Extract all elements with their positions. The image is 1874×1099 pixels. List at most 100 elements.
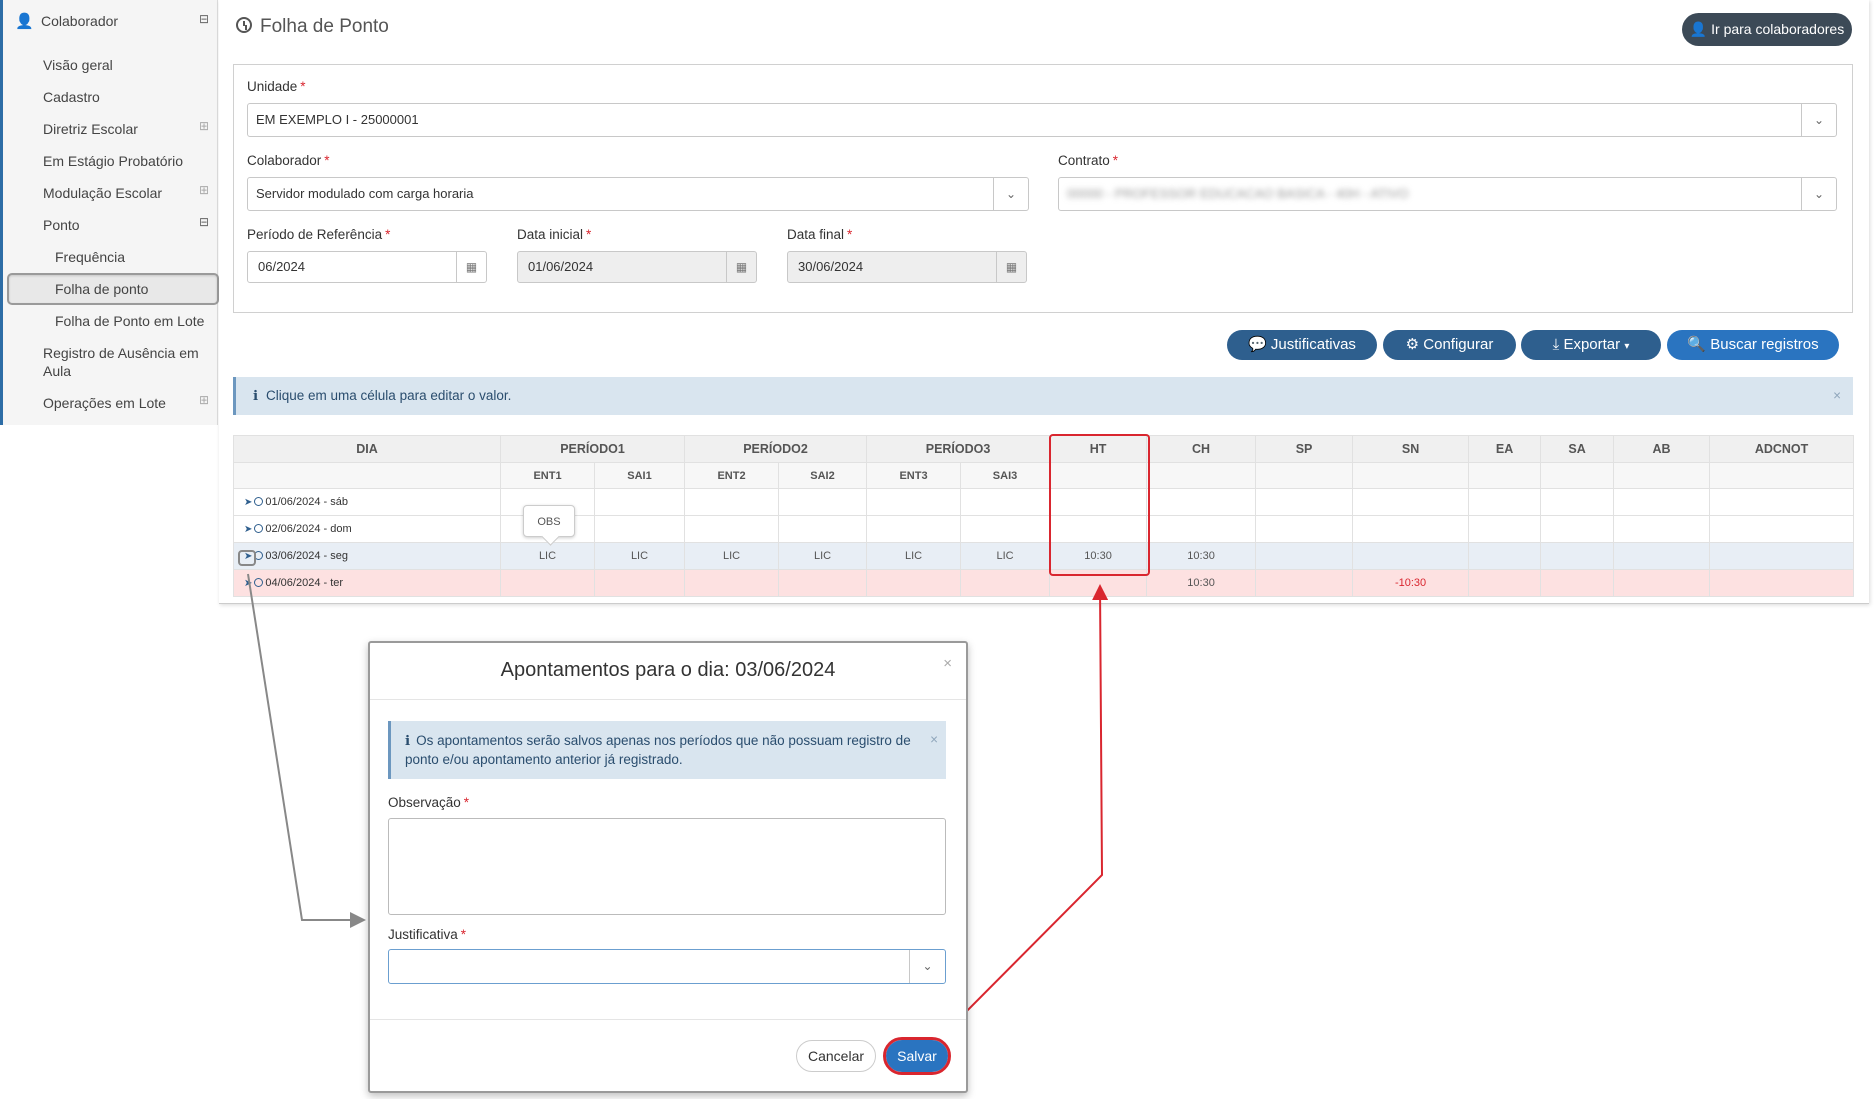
collapse-icon[interactable]: ⊟ (199, 216, 209, 228)
sidebar-item-folha-de-ponto[interactable]: Folha de ponto (55, 281, 148, 297)
table-cell[interactable] (1540, 488, 1615, 516)
table-cell[interactable] (1709, 542, 1855, 570)
sidebar-item-frequencia[interactable]: Frequência (55, 249, 125, 265)
close-icon[interactable]: × (943, 655, 952, 672)
sidebar-item-registro-ausencia[interactable]: Registro de Ausência em (43, 345, 199, 361)
sidebar-item-folha-ponto-lote[interactable]: Folha de Ponto em Lote (55, 313, 204, 329)
configurar-button[interactable]: ⚙ Configurar (1383, 330, 1516, 360)
clock-icon[interactable] (254, 578, 264, 587)
table-cell[interactable] (1468, 515, 1542, 543)
table-cell[interactable]: -10:30 (1352, 569, 1470, 597)
table-cell[interactable] (593, 488, 686, 516)
table-cell[interactable]: LIC (593, 542, 686, 570)
table-cell[interactable] (1255, 569, 1354, 597)
table-cell[interactable] (1613, 542, 1711, 570)
table-cell[interactable] (1613, 488, 1711, 516)
clock-icon[interactable] (254, 524, 264, 533)
table-cell[interactable]: LIC (778, 542, 868, 570)
table-cell[interactable] (684, 488, 780, 516)
table-cell[interactable]: LIC (866, 542, 962, 570)
table-cell[interactable] (960, 569, 1051, 597)
observacao-textarea[interactable] (388, 818, 946, 915)
table-cell[interactable] (1255, 515, 1354, 543)
table-cell[interactable] (1255, 488, 1354, 516)
expand-icon[interactable]: ⊞ (199, 184, 209, 196)
sidebar-item-estagio-probatorio[interactable]: Em Estágio Probatório (43, 153, 183, 169)
table-cell[interactable] (1146, 515, 1257, 543)
chevron-down-icon[interactable]: ⌄ (993, 178, 1028, 210)
colaborador-select[interactable]: Servidor modulado com carga horaria ⌄ (247, 177, 1029, 211)
sidebar-item-registro-ausencia-line2[interactable]: Aula (43, 363, 71, 379)
table-cell[interactable] (1540, 569, 1615, 597)
table-cell[interactable] (593, 569, 686, 597)
table-cell[interactable] (1709, 569, 1855, 597)
data-inicial-input[interactable]: 01/06/2024 ▦ (517, 251, 757, 283)
table-cell[interactable] (593, 515, 686, 543)
table-cell[interactable]: LIC (684, 542, 780, 570)
expand-icon[interactable]: ⊞ (199, 394, 209, 406)
chevron-down-icon[interactable]: ⌄ (1801, 178, 1836, 210)
justificativa-select[interactable]: ⌄ (388, 949, 946, 984)
collapse-icon[interactable]: ⊟ (199, 13, 209, 25)
table-cell[interactable] (960, 488, 1051, 516)
table-cell[interactable] (1613, 515, 1711, 543)
sidebar-item-modulacao-escolar[interactable]: Modulação Escolar (43, 185, 162, 201)
table-cell[interactable] (1540, 515, 1615, 543)
table-cell[interactable] (778, 488, 868, 516)
table-cell[interactable]: 10:30 (1146, 569, 1257, 597)
table-cell[interactable]: LIC (500, 542, 595, 570)
table-cell[interactable]: 10:30 (1146, 542, 1257, 570)
table-cell[interactable] (778, 569, 868, 597)
table-cell[interactable] (866, 515, 962, 543)
table-cell[interactable] (778, 515, 868, 543)
sidebar-item-visao-geral[interactable]: Visão geral (43, 57, 113, 73)
calendar-icon[interactable]: ▦ (726, 252, 756, 282)
goto-colaboradores-button[interactable]: 👤 Ir para colaboradores (1682, 13, 1852, 46)
data-final-input[interactable]: 30/06/2024 ▦ (787, 251, 1027, 283)
calendar-icon[interactable]: ▦ (456, 252, 486, 282)
table-cell[interactable] (1146, 488, 1257, 516)
table-cell[interactable] (1540, 542, 1615, 570)
table-cell[interactable] (1613, 569, 1711, 597)
sidebar-header-colaborador[interactable]: Colaborador (41, 13, 118, 29)
table-cell[interactable] (1709, 515, 1855, 543)
table-cell[interactable] (960, 515, 1051, 543)
table-cell[interactable] (1352, 542, 1470, 570)
row-action-highlight[interactable] (238, 550, 256, 566)
chevron-down-icon[interactable]: ⌄ (909, 950, 945, 983)
table-cell[interactable] (684, 515, 780, 543)
unidade-select[interactable]: EM EXEMPLO I - 25000001 ⌄ (247, 103, 1837, 137)
table-cell[interactable] (500, 569, 595, 597)
table-cell[interactable] (866, 488, 962, 516)
contrato-select[interactable]: 00000 - PROFESSOR EDUCACAO BASICA - 40H … (1058, 177, 1837, 211)
justificativas-button[interactable]: 💬 Justificativas (1227, 330, 1377, 360)
table-cell[interactable] (866, 569, 962, 597)
chevron-down-icon[interactable]: ⌄ (1801, 104, 1836, 136)
location-arrow-icon[interactable]: ➤ (244, 524, 252, 535)
close-icon[interactable]: × (1833, 377, 1841, 415)
table-cell[interactable]: LIC (960, 542, 1051, 570)
table-cell[interactable] (1352, 488, 1470, 516)
close-icon[interactable]: × (930, 730, 938, 749)
sidebar-item-operacoes-lote[interactable]: Operações em Lote (43, 395, 166, 411)
table-cell[interactable] (1468, 542, 1542, 570)
expand-icon[interactable]: ⊞ (199, 120, 209, 132)
table-cell[interactable] (1255, 542, 1354, 570)
table-cell[interactable] (1352, 515, 1470, 543)
periodo-input[interactable]: 06/2024 ▦ (247, 251, 487, 283)
calendar-icon[interactable]: ▦ (996, 252, 1026, 282)
exportar-button[interactable]: ⤓ Exportar ▾ (1521, 330, 1661, 360)
sidebar-item-ponto[interactable]: Ponto (43, 217, 80, 233)
table-cell[interactable] (1468, 488, 1542, 516)
clock-icon[interactable] (254, 497, 264, 506)
sidebar-item-diretriz-escolar[interactable]: Diretriz Escolar (43, 121, 138, 137)
location-arrow-icon[interactable]: ➤ (244, 497, 252, 508)
save-button[interactable]: Salvar (883, 1037, 951, 1075)
table-cell[interactable] (1709, 488, 1855, 516)
table-cell[interactable] (1468, 569, 1542, 597)
table-cell[interactable] (684, 569, 780, 597)
location-arrow-icon[interactable]: ➤ (244, 578, 252, 589)
cancel-button[interactable]: Cancelar (796, 1040, 876, 1072)
buscar-registros-button[interactable]: 🔍 Buscar registros (1667, 330, 1839, 360)
sidebar-item-cadastro[interactable]: Cadastro (43, 89, 100, 105)
